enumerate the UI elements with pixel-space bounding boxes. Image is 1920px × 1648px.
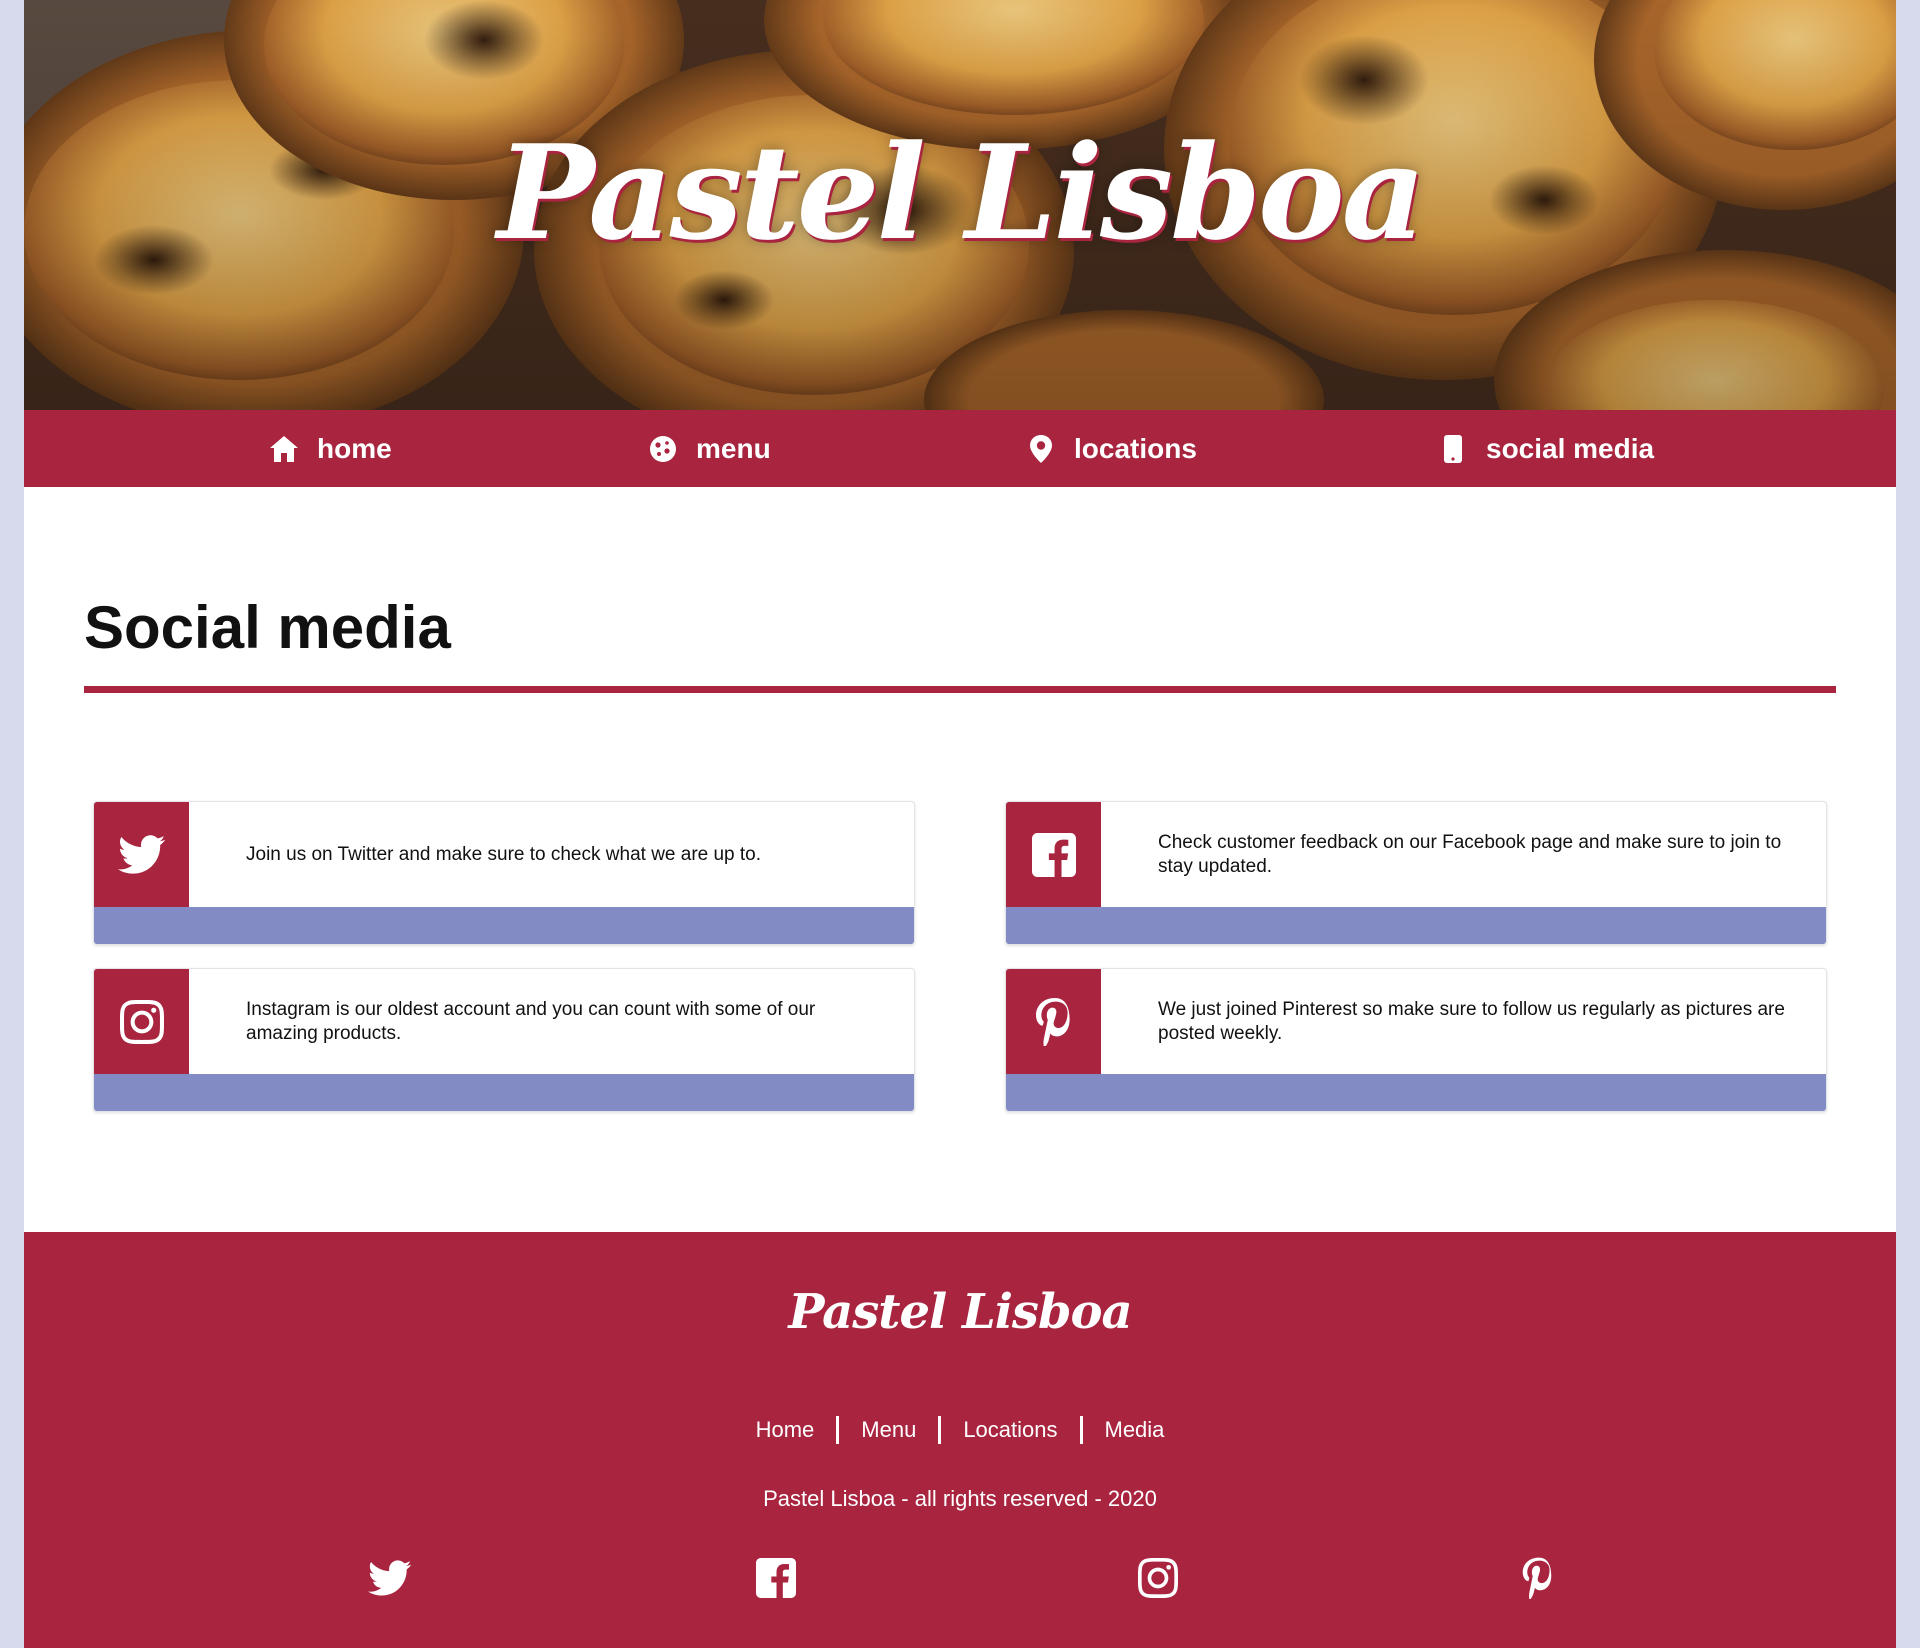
nav-label-locations: locations: [1074, 432, 1197, 464]
footer-link-home[interactable]: Home: [756, 1417, 815, 1443]
page: Pastel Lisboa home menu locations social…: [24, 0, 1896, 1648]
nav-label-home: home: [317, 432, 392, 464]
social-card-text: We just joined Pinterest so make sure to…: [1158, 998, 1785, 1044]
footer-pinterest-icon[interactable]: [1514, 1554, 1562, 1602]
social-card-text: Join us on Twitter and make sure to chec…: [246, 843, 762, 865]
card-footer-bar: [1006, 1074, 1826, 1111]
social-card-text: Instagram is our oldest account and you …: [246, 998, 816, 1044]
social-card-pinterest[interactable]: We just joined Pinterest so make sure to…: [1005, 968, 1827, 1112]
map-pin-icon: [1024, 432, 1058, 466]
nav-item-home[interactable]: home: [267, 410, 392, 487]
nav-item-social-media[interactable]: social media: [1436, 410, 1654, 487]
footer-link-menu[interactable]: Menu: [861, 1417, 916, 1443]
card-footer-bar: [94, 1074, 914, 1111]
card-footer-bar: [1006, 907, 1826, 944]
footer-brand: Pastel Lisboa: [788, 1284, 1132, 1340]
footer-copyright: Pastel Lisboa - all rights reserved - 20…: [763, 1486, 1157, 1511]
footer-links: Home Menu Locations Media: [24, 1416, 1896, 1444]
main-nav: home menu locations social media: [24, 410, 1896, 487]
title-divider: [84, 686, 1836, 693]
nav-item-locations[interactable]: locations: [1024, 410, 1197, 487]
footer-link-separator: [1079, 1416, 1083, 1444]
page-title: Social media: [84, 594, 451, 661]
site-footer: Pastel Lisboa Home Menu Locations Media …: [24, 1232, 1896, 1648]
nav-label-menu: menu: [696, 432, 771, 464]
twitter-icon: [94, 802, 189, 907]
social-card-instagram[interactable]: Instagram is our oldest account and you …: [93, 968, 915, 1112]
instagram-icon: [94, 969, 189, 1074]
card-footer-bar: [94, 907, 914, 944]
footer-instagram-icon[interactable]: [1134, 1554, 1182, 1602]
hero-banner: Pastel Lisboa: [24, 0, 1896, 410]
footer-facebook-icon[interactable]: [752, 1554, 800, 1602]
pinterest-icon: [1006, 969, 1101, 1074]
social-card-text: Check customer feedback on our Facebook …: [1158, 831, 1782, 877]
footer-link-locations[interactable]: Locations: [963, 1417, 1057, 1443]
footer-link-separator: [938, 1416, 942, 1444]
nav-label-social-media: social media: [1486, 432, 1655, 464]
nav-item-menu[interactable]: menu: [646, 410, 771, 487]
footer-link-separator: [836, 1416, 840, 1444]
footer-twitter-icon[interactable]: [366, 1554, 414, 1602]
mobile-phone-icon: [1436, 432, 1470, 466]
facebook-icon: [1006, 802, 1101, 907]
footer-link-media[interactable]: Media: [1105, 1417, 1165, 1443]
hero-title: Pastel Lisboa: [497, 116, 1426, 269]
home-icon: [267, 432, 301, 466]
social-card-twitter[interactable]: Join us on Twitter and make sure to chec…: [93, 801, 915, 945]
cookie-icon: [646, 432, 680, 466]
social-card-facebook[interactable]: Check customer feedback on our Facebook …: [1005, 801, 1827, 945]
